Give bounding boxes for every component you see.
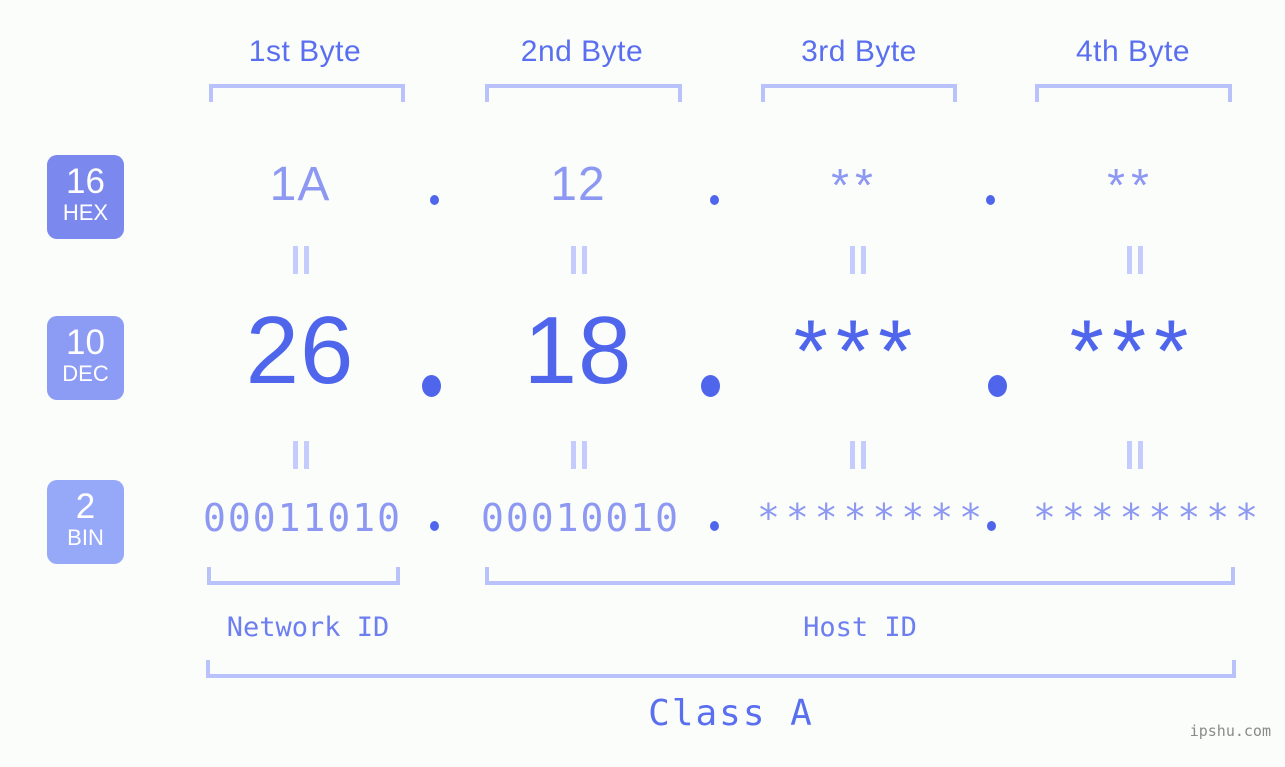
class-bracket <box>206 660 1236 678</box>
bin-separator-dot-3 <box>987 521 996 531</box>
byte-bracket-top-1 <box>209 84 405 102</box>
base-badge-bin: 2 BIN <box>47 480 124 564</box>
byte-header-2: 2nd Byte <box>520 35 644 68</box>
byte-header-4: 4th Byte <box>1075 35 1191 68</box>
host-id-label: Host ID <box>803 612 917 643</box>
bin-separator-dot-1 <box>430 521 439 531</box>
hex-byte-1: 1A <box>269 158 331 211</box>
bin-byte-4: ******** <box>1033 496 1265 540</box>
equals-mark-dec-bin-3 <box>849 441 867 469</box>
dec-byte-4: *** <box>1069 301 1197 400</box>
byte-header-3: 3rd Byte <box>801 35 917 68</box>
equals-mark-hex-dec-4 <box>1126 246 1144 274</box>
equals-mark-hex-dec-3 <box>849 246 867 274</box>
base-badge-dec-number: 10 <box>66 323 105 362</box>
host-id-bracket <box>485 567 1235 585</box>
hex-byte-2: 12 <box>550 158 606 211</box>
byte-bracket-top-4 <box>1035 84 1232 102</box>
equals-mark-hex-dec-1 <box>292 246 310 274</box>
dec-separator-dot-1 <box>422 375 441 397</box>
dec-byte-2: 18 <box>523 297 633 404</box>
dec-byte-1: 26 <box>245 297 355 404</box>
base-badge-dec-abbr: DEC <box>62 361 109 386</box>
bin-separator-dot-2 <box>710 521 719 531</box>
equals-mark-hex-dec-2 <box>570 246 588 274</box>
hex-byte-4: ** <box>1107 159 1155 211</box>
dec-separator-dot-3 <box>988 375 1007 397</box>
hex-byte-3: ** <box>831 159 879 211</box>
byte-bracket-top-3 <box>761 84 957 102</box>
bin-byte-2: 00010010 <box>480 496 681 540</box>
equals-mark-dec-bin-4 <box>1126 441 1144 469</box>
hex-separator-dot-3 <box>986 195 995 205</box>
dec-separator-dot-2 <box>701 375 720 397</box>
base-badge-dec: 10 DEC <box>47 316 124 400</box>
bin-byte-3: ******** <box>757 496 989 540</box>
site-watermark: ipshu.com <box>1189 722 1271 740</box>
network-id-bracket <box>207 567 400 585</box>
class-label: Class A <box>648 693 814 734</box>
base-badge-hex-abbr: HEX <box>62 200 109 225</box>
byte-bracket-top-2 <box>485 84 682 102</box>
base-badge-hex: 16 HEX <box>47 155 124 239</box>
network-id-label: Network ID <box>226 612 390 643</box>
equals-mark-dec-bin-2 <box>570 441 588 469</box>
base-badge-bin-number: 2 <box>75 487 96 526</box>
hex-separator-dot-2 <box>710 195 719 205</box>
ip-breakdown-diagram: 1st Byte 2nd Byte 3rd Byte 4th Byte 16 H… <box>0 0 1285 767</box>
base-badge-bin-abbr: BIN <box>67 525 104 550</box>
bin-byte-1: 00011010 <box>202 496 403 540</box>
hex-separator-dot-1 <box>430 195 439 205</box>
base-badge-hex-number: 16 <box>66 162 105 201</box>
byte-header-1: 1st Byte <box>248 35 362 68</box>
equals-mark-dec-bin-1 <box>292 441 310 469</box>
dec-byte-3: *** <box>793 301 921 400</box>
